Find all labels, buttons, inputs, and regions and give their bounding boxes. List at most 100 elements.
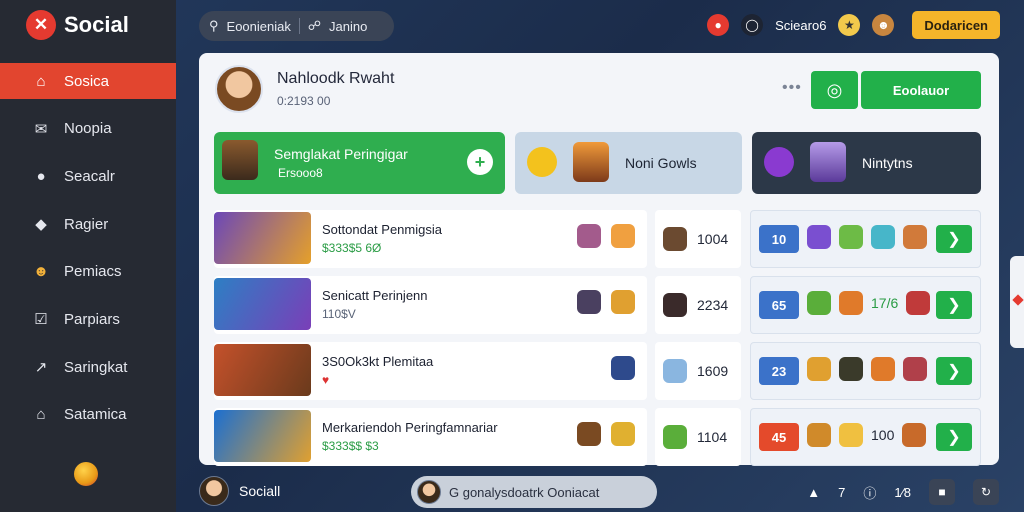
row-sub: 110$V xyxy=(322,307,356,321)
row-title: Merkariendoh Peringfamnariar xyxy=(322,420,498,435)
row-main[interactable]: Sottondat Penmigsia $333$5 6Ø xyxy=(214,210,647,268)
sidebar-item-7[interactable]: ⌂ Satamica xyxy=(0,397,176,433)
team-number: 17/6 xyxy=(871,295,899,311)
sidebar-item-1[interactable]: ✉ Noopia xyxy=(0,111,176,147)
search-label: Eoonieniak xyxy=(226,18,291,34)
count-value: 1004 xyxy=(697,231,729,247)
row-count: 1609 xyxy=(655,342,741,400)
avatar xyxy=(417,480,441,504)
primary-action-button[interactable]: Eoolauor xyxy=(861,71,981,109)
row-characters xyxy=(611,356,635,380)
chat-input[interactable]: G gonalysdoatrk Ooniacat xyxy=(411,476,657,508)
up-icon[interactable]: ▲ xyxy=(807,485,820,500)
go-button[interactable]: ❯ xyxy=(936,291,972,319)
table-row[interactable]: Senicatt Perinjenn 110$V 2234 65 17/6 ❯ xyxy=(214,276,981,334)
row-title: 3S0Ok3kt Plemitaa xyxy=(322,354,434,369)
sidebar-item-label: Ragier xyxy=(64,215,109,233)
gem-icon[interactable] xyxy=(74,462,98,486)
bottom-bar: Sociall G gonalysdoatrk Ooniacat ▲ 7 ⓘ 1… xyxy=(199,476,999,508)
go-button[interactable]: ❯ xyxy=(936,225,972,253)
row-main[interactable]: 3S0Ok3kt Plemitaa ♥ xyxy=(214,342,647,400)
refresh-icon[interactable]: ↻ xyxy=(973,479,999,505)
side-panel-toggle[interactable] xyxy=(1010,256,1024,348)
character-icon: ☻ xyxy=(33,263,49,281)
badge-icon xyxy=(764,147,794,177)
team-icons xyxy=(807,357,927,381)
character-icon xyxy=(906,291,931,315)
row-title: Senicatt Perinjenn xyxy=(322,288,428,303)
sidebar-item-2[interactable]: ● Seacalr xyxy=(0,158,176,194)
filter-label[interactable]: Janino xyxy=(329,19,367,34)
info-icon[interactable]: ⓘ xyxy=(863,483,876,502)
row-main[interactable]: Senicatt Perinjenn 110$V xyxy=(214,276,647,334)
feature-card-0[interactable]: Semglakat Peringigar Ersooo8 + xyxy=(214,132,505,194)
sidebar-item-0[interactable]: ⌂ Sosica xyxy=(0,63,176,99)
row-team: 10 ❯ xyxy=(750,210,981,268)
thumbnail xyxy=(214,278,311,330)
trophy-icon[interactable]: ★ xyxy=(838,14,861,36)
primary-top-button[interactable]: Dodaricen xyxy=(912,11,1000,39)
sidebar-item-6[interactable]: ↗ Saringkat xyxy=(0,349,176,385)
level-badge: 45 xyxy=(759,423,799,451)
sidebar-item-label: Seacalr xyxy=(64,167,115,185)
coin-icon xyxy=(527,147,557,177)
table-row[interactable]: 3S0Ok3kt Plemitaa ♥ 1609 23 ❯ xyxy=(214,342,981,400)
character-icon xyxy=(903,357,927,381)
level-badge: 10 xyxy=(759,225,799,253)
more-options-icon[interactable]: ••• xyxy=(782,79,802,97)
main-panel: Nahloodk Rwaht 0:2193 00 ••• ◎ Eoolauor … xyxy=(199,53,999,466)
character-icon xyxy=(611,224,635,248)
bottom-actions: ▲ 7 ⓘ 1⁄8 ■ ↻ xyxy=(807,479,999,505)
character-icon xyxy=(807,357,831,381)
team-icons: 17/6 xyxy=(807,291,931,315)
mail-icon: ✉ xyxy=(34,120,48,138)
character-icon xyxy=(577,224,601,248)
add-icon[interactable]: + xyxy=(467,149,493,175)
sidebar-item-5[interactable]: ☑ Parpiars xyxy=(0,301,176,337)
sidebar: ✕ Social ⌂ Sosica ✉ Noopia ● Seacalr ◆ R… xyxy=(0,0,176,512)
character-icon xyxy=(839,357,863,381)
count-value: 1609 xyxy=(697,363,729,379)
row-team: 65 17/6 ❯ xyxy=(750,276,981,334)
feature-card-1[interactable]: Noni Gowls xyxy=(515,132,742,194)
character-icon xyxy=(807,291,831,315)
character-icon xyxy=(903,225,927,249)
go-button[interactable]: ❯ xyxy=(936,423,972,451)
thumbnail xyxy=(214,344,311,396)
profile-avatar[interactable] xyxy=(215,65,263,113)
bottom-value: 1⁄8 xyxy=(894,484,911,500)
search-bar[interactable]: ⚲ Eoonieniak ☍ Janino xyxy=(199,11,394,41)
card-title: Noni Gowls xyxy=(625,155,697,171)
refresh-icon[interactable]: ◎ xyxy=(811,71,858,109)
avatar[interactable]: ☻ xyxy=(872,14,895,36)
sidebar-item-3[interactable]: ◆ Ragier xyxy=(0,206,176,242)
status-text: Sciearo6 xyxy=(775,17,827,33)
shield-icon: ☍ xyxy=(307,18,322,33)
search-icon: ⚲ xyxy=(209,18,219,33)
action-group: ◎ Eoolauor xyxy=(811,71,981,109)
avatar xyxy=(663,425,687,449)
table-row[interactable]: Sottondat Penmigsia $333$5 6Ø 1004 10 ❯ xyxy=(214,210,981,268)
bottom-user[interactable]: Sociall xyxy=(199,476,280,506)
card-title: Semglakat Peringigar xyxy=(274,146,408,162)
notification-icon[interactable]: ● xyxy=(707,14,730,36)
character-icon xyxy=(902,423,927,447)
sidebar-item-4[interactable]: ☻ Pemiacs xyxy=(0,254,176,290)
go-button[interactable]: ❯ xyxy=(936,357,972,385)
count-value: 2234 xyxy=(697,297,729,313)
character-icon xyxy=(839,225,863,249)
row-main[interactable]: Merkariendoh Peringfamnariar $333$$ $3 xyxy=(214,408,647,466)
feature-card-2[interactable]: Nintytns xyxy=(752,132,981,194)
profile-sub: 0:2193 00 xyxy=(277,94,331,108)
sidebar-item-label: Parpiars xyxy=(64,310,120,328)
row-count: 1104 xyxy=(655,408,741,466)
settings-icon[interactable]: ◯ xyxy=(741,14,764,36)
character-icon xyxy=(807,423,831,447)
avatar xyxy=(663,227,687,251)
table-row[interactable]: Merkariendoh Peringfamnariar $333$$ $3 1… xyxy=(214,408,981,466)
app-logo[interactable]: ✕ Social xyxy=(26,10,129,40)
notification-icon[interactable]: ■ xyxy=(929,479,955,505)
character-icon xyxy=(839,291,863,315)
level-badge: 23 xyxy=(759,357,799,385)
character-icon xyxy=(573,142,609,182)
